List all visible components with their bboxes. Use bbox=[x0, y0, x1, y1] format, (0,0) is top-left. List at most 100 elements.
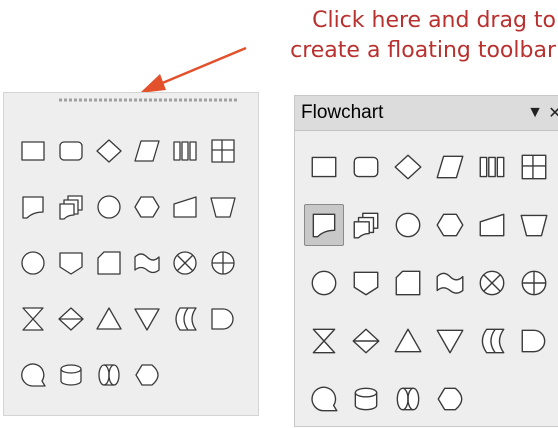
callout-line-1: Click here and drag to bbox=[312, 8, 556, 33]
toolbar-drag-handle[interactable] bbox=[59, 98, 239, 102]
or-icon bbox=[211, 251, 235, 275]
predefined-process-icon bbox=[173, 141, 197, 161]
manual-input-icon bbox=[173, 196, 197, 218]
manual-input-button[interactable] bbox=[471, 196, 513, 254]
sort-icon bbox=[58, 307, 84, 331]
alternate-process-icon bbox=[59, 141, 83, 161]
summing-junction-button[interactable] bbox=[166, 235, 204, 291]
multidocument-button[interactable] bbox=[52, 179, 90, 235]
manual-operation-button[interactable] bbox=[513, 196, 555, 254]
direct-access-storage-button[interactable] bbox=[387, 370, 429, 428]
punched-tape-button[interactable] bbox=[128, 235, 166, 291]
preparation-button[interactable] bbox=[429, 196, 471, 254]
empty-slot bbox=[471, 370, 513, 428]
terminator-button[interactable] bbox=[387, 196, 429, 254]
connector-icon bbox=[311, 270, 337, 296]
sequential-access-button[interactable] bbox=[303, 370, 345, 428]
sequential-access-button[interactable] bbox=[14, 347, 52, 403]
manual-operation-button[interactable] bbox=[204, 179, 242, 235]
process-icon bbox=[311, 156, 337, 178]
multidocument-icon bbox=[59, 195, 83, 220]
off-page-connector-icon bbox=[59, 252, 83, 275]
extract-button[interactable] bbox=[90, 291, 128, 347]
magnetic-disk-button[interactable] bbox=[345, 370, 387, 428]
collate-button[interactable] bbox=[303, 312, 345, 370]
or-button[interactable] bbox=[204, 235, 242, 291]
extract-icon bbox=[394, 328, 422, 353]
document-button[interactable] bbox=[303, 196, 345, 254]
off-page-connector-button[interactable] bbox=[52, 235, 90, 291]
toolbar-titlebar[interactable]: Flowchart ▼ ✕ bbox=[295, 96, 558, 131]
summing-junction-icon bbox=[173, 251, 197, 275]
display-button[interactable] bbox=[128, 347, 166, 403]
internal-storage-button[interactable] bbox=[513, 138, 555, 196]
direct-access-storage-button[interactable] bbox=[90, 347, 128, 403]
alternate-process-button[interactable] bbox=[345, 138, 387, 196]
decision-icon bbox=[394, 154, 422, 180]
empty-slot bbox=[513, 370, 555, 428]
display-icon bbox=[437, 387, 463, 411]
callout-text: Click here and drag to create a floating… bbox=[236, 6, 556, 66]
predefined-process-button[interactable] bbox=[471, 138, 513, 196]
delay-button[interactable] bbox=[513, 312, 555, 370]
manual-operation-icon bbox=[210, 197, 236, 218]
off-page-connector-icon bbox=[353, 271, 379, 296]
magnetic-disk-button[interactable] bbox=[52, 347, 90, 403]
internal-storage-button[interactable] bbox=[204, 123, 242, 179]
punched-tape-icon bbox=[134, 253, 160, 274]
direct-access-storage-icon bbox=[396, 387, 420, 411]
stored-data-button[interactable] bbox=[471, 312, 513, 370]
connector-button[interactable] bbox=[14, 235, 52, 291]
magnetic-disk-icon bbox=[60, 364, 82, 386]
punched-tape-button[interactable] bbox=[429, 254, 471, 312]
display-button[interactable] bbox=[429, 370, 471, 428]
decision-button[interactable] bbox=[387, 138, 429, 196]
card-button[interactable] bbox=[90, 235, 128, 291]
off-page-connector-button[interactable] bbox=[345, 254, 387, 312]
callout-line-2: create a floating toolbar bbox=[290, 38, 556, 63]
merge-button[interactable] bbox=[429, 312, 471, 370]
terminator-icon bbox=[97, 195, 121, 219]
or-button[interactable] bbox=[513, 254, 555, 312]
process-button[interactable] bbox=[14, 123, 52, 179]
document-button[interactable] bbox=[14, 179, 52, 235]
sort-button[interactable] bbox=[345, 312, 387, 370]
close-icon[interactable]: ✕ bbox=[545, 103, 558, 123]
sequential-access-icon bbox=[311, 386, 338, 412]
toolbar-title: Flowchart bbox=[301, 102, 384, 123]
predefined-process-button[interactable] bbox=[166, 123, 204, 179]
delay-icon bbox=[211, 308, 234, 330]
alternate-process-button[interactable] bbox=[52, 123, 90, 179]
preparation-button[interactable] bbox=[128, 179, 166, 235]
data-icon bbox=[436, 155, 464, 179]
manual-input-button[interactable] bbox=[166, 179, 204, 235]
data-button[interactable] bbox=[429, 138, 471, 196]
direct-access-storage-icon bbox=[98, 364, 120, 386]
alternate-process-icon bbox=[353, 156, 379, 178]
terminator-button[interactable] bbox=[90, 179, 128, 235]
connector-button[interactable] bbox=[303, 254, 345, 312]
multidocument-button[interactable] bbox=[345, 196, 387, 254]
merge-button[interactable] bbox=[128, 291, 166, 347]
preparation-icon bbox=[436, 213, 464, 237]
collate-button[interactable] bbox=[14, 291, 52, 347]
delay-icon bbox=[521, 329, 546, 353]
process-button[interactable] bbox=[303, 138, 345, 196]
stored-data-button[interactable] bbox=[166, 291, 204, 347]
data-button[interactable] bbox=[128, 123, 166, 179]
data-icon bbox=[134, 140, 160, 162]
dropdown-triangle-icon[interactable]: ▼ bbox=[525, 103, 545, 123]
summing-junction-button[interactable] bbox=[471, 254, 513, 312]
shape-grid bbox=[14, 123, 242, 403]
delay-button[interactable] bbox=[204, 291, 242, 347]
multidocument-icon bbox=[353, 212, 379, 239]
display-icon bbox=[135, 364, 159, 386]
sort-button[interactable] bbox=[52, 291, 90, 347]
card-icon bbox=[395, 270, 421, 296]
decision-icon bbox=[96, 139, 122, 163]
extract-button[interactable] bbox=[387, 312, 429, 370]
decision-button[interactable] bbox=[90, 123, 128, 179]
or-icon bbox=[521, 270, 547, 296]
card-button[interactable] bbox=[387, 254, 429, 312]
collate-icon bbox=[312, 328, 336, 354]
